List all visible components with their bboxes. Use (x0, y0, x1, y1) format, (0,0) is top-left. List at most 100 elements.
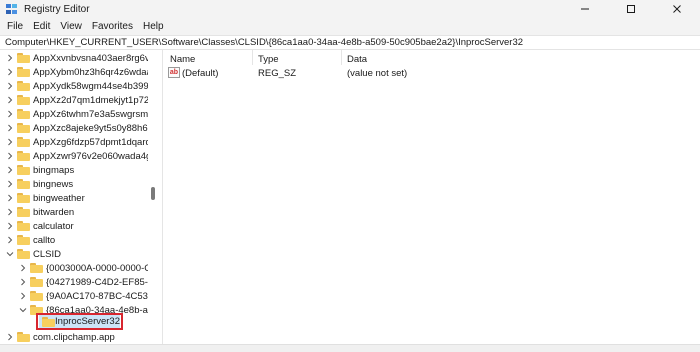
chevron-right-icon[interactable] (5, 207, 15, 217)
folder-icon (17, 332, 30, 342)
folder-icon (17, 179, 30, 189)
value-name: (Default) (182, 68, 219, 79)
chevron-right-icon[interactable] (5, 151, 15, 161)
tree-item[interactable]: {9A0AC170-87BC-4C53-B2 (18, 289, 150, 303)
column-header-name[interactable]: Name (170, 54, 195, 65)
folder-icon (17, 123, 30, 133)
chevron-down-icon[interactable] (18, 305, 28, 315)
folder-icon (17, 137, 30, 147)
folder-icon (30, 263, 43, 273)
pane-splitter[interactable] (162, 50, 163, 344)
tree-item-label: com.clipchamp.app (33, 331, 115, 343)
tree-item[interactable]: com.clipchamp.app (5, 330, 115, 344)
tree-item[interactable]: AppXydk58wgm44se4b3995 (5, 79, 150, 93)
tree-item-label: AppXzc8ajeke9yt5s0y88h6hv (33, 122, 150, 134)
tree-item-label: AppXxvnbvsna403aer8rg6v5f (33, 52, 150, 64)
chevron-right-icon[interactable] (5, 179, 15, 189)
chevron-right-icon[interactable] (5, 235, 15, 245)
scrollbar-thumb[interactable] (151, 187, 155, 200)
tree-item[interactable]: AppXybm0hz3h6qr4z6wdaae (5, 65, 150, 79)
minimize-icon (581, 8, 589, 10)
tree-item-label: {0003000A-0000-0000-C0 (46, 262, 150, 274)
maximize-icon (627, 5, 635, 13)
tree-item[interactable]: bingweather (5, 191, 85, 205)
close-button[interactable] (654, 0, 700, 18)
chevron-right-icon[interactable] (5, 123, 15, 133)
status-bar (0, 344, 700, 352)
tree-item[interactable]: calculator (5, 219, 74, 233)
chevron-right-icon[interactable] (5, 109, 15, 119)
tree-item[interactable]: bingnews (5, 177, 73, 191)
window-title: Registry Editor (24, 3, 90, 15)
tree-item[interactable]: AppXzc8ajeke9yt5s0y88h6hv (5, 121, 150, 135)
chevron-right-icon[interactable] (5, 165, 15, 175)
tree-item[interactable]: AppXz2d7qm1dmekjyt1p721 (5, 93, 150, 107)
menu-edit[interactable]: Edit (32, 21, 56, 32)
column-header-type[interactable]: Type (258, 54, 279, 65)
tree-item-inprocserver32[interactable]: InprocServer32 (39, 315, 120, 328)
folder-icon (17, 151, 30, 161)
folder-icon (42, 316, 55, 327)
tree-item[interactable]: bingmaps (5, 163, 74, 177)
string-value-icon: ab (168, 67, 180, 78)
registry-editor-icon (6, 3, 18, 15)
chevron-right-icon[interactable] (5, 221, 15, 231)
chevron-right-icon[interactable] (5, 53, 15, 63)
folder-icon (30, 291, 43, 301)
folder-icon (17, 235, 30, 245)
tree-item[interactable]: AppXzwr976v2e060wada4ga (5, 149, 150, 163)
column-divider[interactable] (252, 50, 253, 65)
column-divider[interactable] (341, 50, 342, 65)
menu-file[interactable]: File (6, 21, 29, 32)
chevron-right-icon[interactable] (5, 95, 15, 105)
registry-tree: AppXxvnbvsna403aer8rg6v5f AppXybm0hz3h6q… (0, 50, 150, 344)
folder-icon (17, 165, 30, 175)
value-row[interactable]: ab (Default) REG_SZ (value not set) (163, 66, 700, 80)
folder-icon (17, 81, 30, 91)
tree-item[interactable]: AppXz6twhm7e3a5swgrsmaa (5, 107, 150, 121)
menu-view[interactable]: View (59, 21, 88, 32)
tree-item[interactable]: AppXzg6fdzp57dpmt1dqard (5, 135, 150, 149)
tree-item[interactable]: callto (5, 233, 55, 247)
maximize-button[interactable] (608, 0, 654, 18)
chevron-right-icon[interactable] (5, 332, 15, 342)
folder-icon (17, 207, 30, 217)
folder-icon (17, 67, 30, 77)
value-data: (value not set) (347, 68, 408, 79)
folder-icon (17, 109, 30, 119)
tree-item-label: bingweather (33, 192, 85, 204)
chevron-down-icon[interactable] (5, 249, 15, 259)
chevron-right-icon[interactable] (18, 277, 28, 287)
address-path: Computer\HKEY_CURRENT_USER\Software\Clas… (5, 37, 524, 48)
menu-favorites[interactable]: Favorites (91, 21, 139, 32)
tree-item-label: InprocServer32 (55, 316, 120, 327)
tree-item-label: bitwarden (33, 206, 75, 218)
folder-icon (17, 221, 30, 231)
chevron-right-icon[interactable] (18, 291, 28, 301)
address-bar[interactable]: Computer\HKEY_CURRENT_USER\Software\Clas… (0, 35, 700, 50)
value-type: REG_SZ (258, 68, 297, 79)
folder-icon (30, 277, 43, 287)
tree-item-clsid[interactable]: CLSID (5, 247, 61, 261)
title-bar: Registry Editor (0, 0, 700, 18)
chevron-right-icon[interactable] (5, 67, 15, 77)
chevron-right-icon[interactable] (5, 137, 15, 147)
minimize-button[interactable] (562, 0, 608, 18)
tree-item-label: AppXzwr976v2e060wada4ga (33, 150, 150, 162)
tree-item-label: callto (33, 234, 56, 246)
chevron-right-icon[interactable] (5, 81, 15, 91)
tree-item-label: calculator (33, 220, 74, 232)
close-icon (673, 5, 681, 13)
column-header-data[interactable]: Data (347, 54, 367, 65)
tree-item[interactable]: {0003000A-0000-0000-C0 (18, 261, 150, 275)
tree-item[interactable]: bitwarden (5, 205, 74, 219)
tree-item[interactable]: AppXxvnbvsna403aer8rg6v5f (5, 51, 150, 65)
chevron-right-icon[interactable] (18, 263, 28, 273)
chevron-right-icon[interactable] (5, 193, 15, 203)
menu-help[interactable]: Help (142, 21, 170, 32)
tree-item[interactable]: {04271989-C4D2-EF85-0D (18, 275, 150, 289)
folder-icon (17, 193, 30, 203)
tree-vertical-scrollbar[interactable] (148, 50, 158, 344)
tree-item-label: AppXzg6fdzp57dpmt1dqard (33, 136, 150, 148)
folder-icon (17, 53, 30, 63)
